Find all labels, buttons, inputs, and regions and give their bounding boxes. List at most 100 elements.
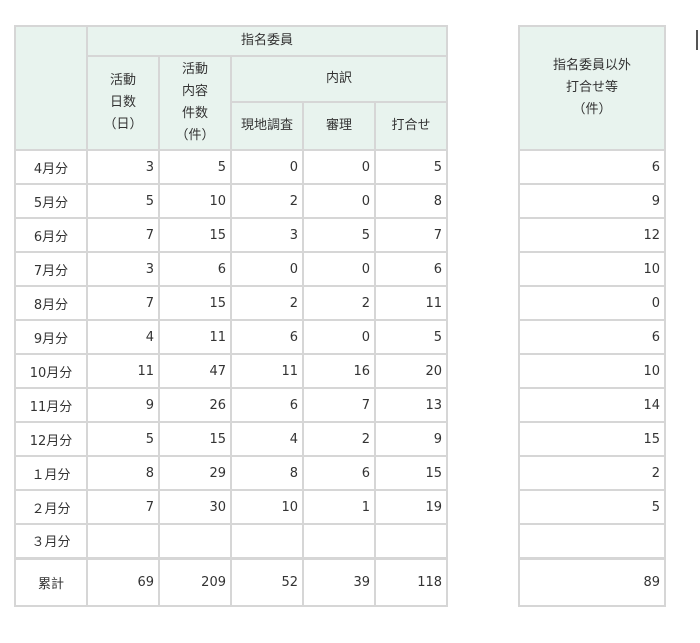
review-cell: 5 — [302, 217, 376, 253]
site-survey-cell: 0 — [230, 251, 304, 287]
month-cell: 10月分 — [14, 353, 88, 389]
table-row: 4月分 3 5 0 0 5 — [14, 149, 449, 185]
header-line: （件） — [572, 102, 612, 117]
meeting-cell: 5 — [373, 319, 449, 355]
month-cell: 9月分 — [14, 319, 88, 355]
non-member-meetings-cell: 15 — [518, 421, 666, 457]
non-member-meetings-header: 指名委員以外 打合せ等 （件） — [518, 25, 666, 151]
total-activity-items-cell: 209 — [158, 556, 232, 607]
non-member-meetings-cell — [518, 523, 666, 559]
activity-items-cell — [158, 523, 232, 559]
review-header: 審理 — [302, 101, 376, 151]
activity-items-cell: 29 — [158, 455, 232, 491]
table-row: １月分 8 29 8 6 15 — [14, 455, 449, 491]
table-row: 6 — [518, 319, 666, 355]
total-review-cell: 39 — [302, 556, 376, 607]
review-cell — [302, 523, 376, 559]
activity-items-cell: 15 — [158, 285, 232, 321]
designated-members-header: 指名委員 — [85, 25, 449, 57]
non-member-meetings-cell: 9 — [518, 183, 666, 219]
activity-items-cell: 15 — [158, 217, 232, 253]
table-row: ３月分 — [14, 523, 449, 559]
breakdown-header: 内訳 — [229, 55, 449, 103]
meeting-cell — [373, 523, 449, 559]
site-survey-header: 現地調査 — [230, 101, 304, 151]
site-survey-cell: 0 — [230, 149, 304, 185]
non-member-meetings-cell: 14 — [518, 387, 666, 423]
month-cell: 7月分 — [14, 251, 88, 287]
meeting-cell: 9 — [373, 421, 449, 457]
activity-days-cell: 11 — [86, 353, 160, 389]
activity-items-cell: 10 — [158, 183, 232, 219]
month-cell: 5月分 — [14, 183, 88, 219]
main-table-body: 4月分 3 5 0 0 5 5月分 5 10 2 0 8 6月分 7 15 3 5 7 7月分 3 6 0 0 6 8月分 7 15… — [14, 149, 449, 607]
table-row: 6月分 7 15 3 5 7 — [14, 217, 449, 253]
meeting-cell: 5 — [373, 149, 449, 185]
header-line: 日数 — [109, 95, 136, 110]
activity-days-cell: 8 — [86, 455, 160, 491]
review-cell: 2 — [302, 421, 376, 457]
table-row: 8月分 7 15 2 2 11 — [14, 285, 449, 321]
review-cell: 2 — [302, 285, 376, 321]
site-survey-cell: 3 — [230, 217, 304, 253]
total-site-survey-cell: 52 — [230, 556, 304, 607]
total-meeting-cell: 118 — [373, 556, 449, 607]
table-row: 11月分 9 26 6 7 13 — [14, 387, 449, 423]
table-row: 9月分 4 11 6 0 5 — [14, 319, 449, 355]
table-row: 6 — [518, 149, 666, 185]
activity-days-cell: 9 — [86, 387, 160, 423]
table-row: 12 — [518, 217, 666, 253]
site-survey-cell: 6 — [230, 319, 304, 355]
meeting-header: 打合せ — [373, 101, 449, 151]
table-row: 10 — [518, 353, 666, 389]
table-row: 14 — [518, 387, 666, 423]
month-cell: 12月分 — [14, 421, 88, 457]
activity-items-cell: 47 — [158, 353, 232, 389]
site-survey-cell: 2 — [230, 285, 304, 321]
header-line: （日） — [103, 117, 143, 132]
header-line: （件） — [175, 128, 215, 143]
non-member-meetings-cell: 2 — [518, 455, 666, 491]
activity-items-cell: 6 — [158, 251, 232, 287]
review-cell: 7 — [302, 387, 376, 423]
activity-days-cell: 3 — [86, 251, 160, 287]
activity-items-cell: 26 — [158, 387, 232, 423]
site-survey-cell — [230, 523, 304, 559]
table-row — [518, 523, 666, 559]
main-activity-table: 指名委員 活動 日数 （日） 活動 内容 件数 （件） 内訳 現地調査 審理 打… — [14, 25, 449, 607]
meeting-cell: 7 — [373, 217, 449, 253]
site-survey-cell: 8 — [230, 455, 304, 491]
activity-days-header: 活動 日数 （日） — [86, 55, 160, 151]
review-cell: 0 — [302, 149, 376, 185]
review-cell: 0 — [302, 319, 376, 355]
total-row: 89 — [518, 556, 666, 607]
activity-items-cell: 11 — [158, 319, 232, 355]
non-member-meetings-cell: 0 — [518, 285, 666, 321]
non-member-meetings-cell: 10 — [518, 251, 666, 287]
meeting-cell: 20 — [373, 353, 449, 389]
header-line: 打合せ等 — [565, 80, 618, 95]
header-line: 活動 — [109, 73, 136, 88]
meeting-cell: 19 — [373, 489, 449, 525]
activity-days-cell: 5 — [86, 421, 160, 457]
table-row: 12月分 5 15 4 2 9 — [14, 421, 449, 457]
non-member-meetings-table: 指名委員以外 打合せ等 （件） 6 9 12 10 0 6 10 14 15 2 5 89 — [518, 25, 666, 607]
month-cell: 6月分 — [14, 217, 88, 253]
non-member-meetings-cell: 12 — [518, 217, 666, 253]
month-cell: 11月分 — [14, 387, 88, 423]
month-cell: １月分 — [14, 455, 88, 491]
table-row: 7月分 3 6 0 0 6 — [14, 251, 449, 287]
activity-days-cell: 3 — [86, 149, 160, 185]
edge-mark — [696, 30, 698, 50]
corner-header-cell — [14, 25, 88, 151]
activity-items-cell: 5 — [158, 149, 232, 185]
activity-days-cell: 4 — [86, 319, 160, 355]
header-line: 指名委員以外 — [552, 58, 631, 73]
non-member-meetings-total-cell: 89 — [518, 556, 666, 607]
activity-days-cell — [86, 523, 160, 559]
site-survey-cell: 6 — [230, 387, 304, 423]
total-label-cell: 累計 — [14, 556, 88, 607]
activity-items-cell: 30 — [158, 489, 232, 525]
side-table-body: 6 9 12 10 0 6 10 14 15 2 5 89 — [518, 149, 666, 607]
meeting-cell: 11 — [373, 285, 449, 321]
